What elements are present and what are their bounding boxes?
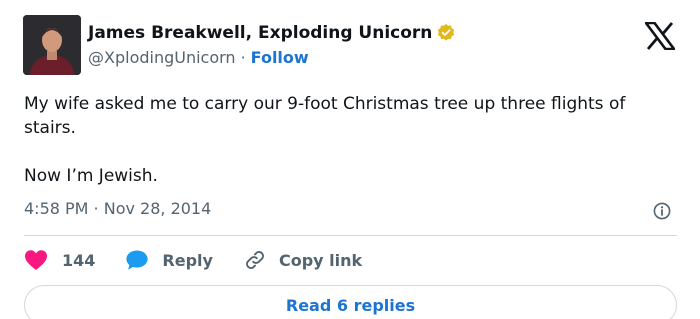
reply-label: Reply — [162, 250, 213, 270]
tweet-text: My wife asked me to carry our 9-foot Chr… — [24, 92, 674, 188]
handle-separator: · — [240, 48, 246, 67]
avatar[interactable] — [23, 15, 81, 75]
reply-button[interactable]: Reply — [125, 249, 213, 271]
follow-link[interactable]: Follow — [251, 48, 309, 67]
tweet-text-line: My wife asked me to carry our 9-foot Chr… — [24, 94, 626, 138]
info-icon[interactable] — [652, 201, 672, 221]
verified-badge-icon — [436, 23, 456, 43]
x-logo-icon[interactable] — [643, 21, 677, 51]
tweet-timestamp[interactable]: 4:58 PM · Nov 28, 2014 — [24, 199, 211, 218]
divider — [24, 235, 677, 236]
tweet-header: James Breakwell, Exploding Unicorn @Xplo… — [88, 20, 456, 67]
avatar-photo — [23, 15, 81, 75]
author-name-row: James Breakwell, Exploding Unicorn — [88, 20, 456, 46]
speech-bubble-icon — [125, 249, 149, 271]
copy-link-button[interactable]: Copy link — [243, 248, 362, 272]
heart-icon — [24, 249, 48, 271]
like-button[interactable]: 144 — [24, 249, 95, 271]
action-bar: 144 Reply Copy link — [24, 248, 362, 272]
author-name[interactable]: James Breakwell, Exploding Unicorn — [88, 23, 432, 43]
copy-link-label: Copy link — [278, 250, 363, 270]
read-replies-button[interactable]: Read 6 replies — [24, 285, 677, 319]
author-handle-row: @XplodingUnicorn · Follow — [88, 48, 456, 67]
author-handle[interactable]: @XplodingUnicorn — [88, 48, 236, 67]
tweet-text-line: Now I’m Jewish. — [24, 166, 158, 186]
like-count: 144 — [62, 250, 96, 270]
link-icon — [243, 248, 267, 272]
